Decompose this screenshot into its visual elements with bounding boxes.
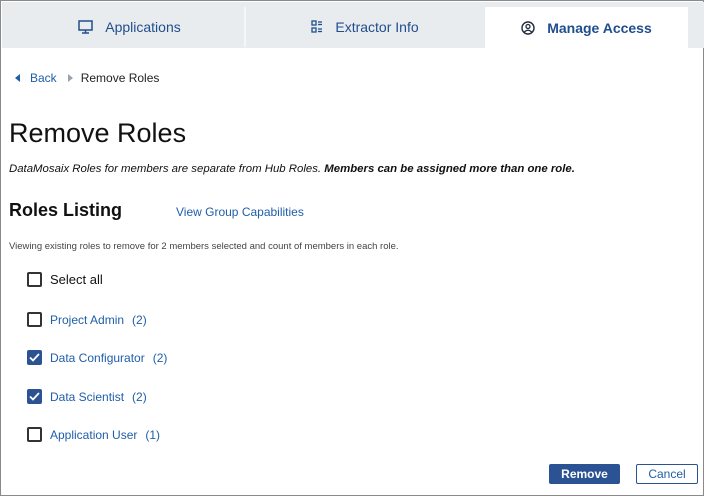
tab-divider (244, 7, 246, 47)
roles-listing-heading: Roles Listing (9, 200, 123, 220)
back-link[interactable]: Back (15, 71, 57, 85)
role-name: Application User (50, 427, 138, 442)
role-name: Project Admin (50, 312, 125, 327)
description-bold: Members can be assigned more than one ro… (324, 163, 575, 175)
select-all-label: Select all (50, 272, 103, 287)
breadcrumb: Back Remove Roles (15, 71, 159, 85)
caret-right-icon (67, 71, 73, 85)
role-row-data-configurator[interactable]: Data Configurator (2) (27, 350, 167, 365)
tab-label: Manage Access (547, 19, 652, 36)
select-all-checkbox[interactable]: Select all (27, 272, 103, 287)
breadcrumb-current: Remove Roles (80, 71, 160, 85)
description-italic: DataMosaix Roles for members are separat… (9, 163, 325, 175)
remove-button[interactable]: Remove (549, 464, 620, 484)
check-icon (29, 392, 40, 401)
page-description: DataMosaix Roles for members are separat… (9, 163, 575, 175)
role-count: (2) (132, 389, 147, 404)
caret-left-icon (15, 71, 21, 85)
role-count: (2) (152, 350, 168, 365)
user-circle-icon (521, 20, 535, 35)
cancel-button[interactable]: Cancel (636, 464, 698, 484)
role-count: (1) (145, 427, 161, 442)
role-name: Data Configurator (50, 350, 145, 365)
role-name: Data Scientist (50, 389, 125, 404)
checkbox-box[interactable] (27, 350, 42, 365)
back-label: Back (30, 71, 57, 85)
monitor-icon (78, 20, 93, 34)
role-count: (2) (132, 312, 147, 327)
role-row-application-user[interactable]: Application User (1) (27, 427, 160, 442)
checkbox-box[interactable] (27, 389, 42, 404)
role-row-data-scientist[interactable]: Data Scientist (2) (27, 389, 147, 404)
view-group-capabilities-link[interactable]: View Group Capabilities (176, 205, 304, 219)
check-icon (29, 353, 40, 362)
tab-extractor-info[interactable]: Extractor Info (247, 7, 483, 47)
checkbox-box[interactable] (27, 427, 42, 442)
page-title: Remove Roles (9, 118, 187, 148)
tab-label: Extractor Info (335, 19, 419, 35)
role-row-project-admin[interactable]: Project Admin (2) (27, 312, 147, 327)
app-window: Applications Extractor Info Manage Acces… (0, 0, 704, 496)
checkbox-box[interactable] (27, 312, 42, 327)
roles-info-text: Viewing existing roles to remove for 2 m… (9, 241, 399, 252)
tab-applications[interactable]: Applications (15, 7, 244, 47)
checkbox-box[interactable] (27, 272, 42, 287)
tab-label: Applications (105, 19, 181, 35)
extractor-icon (311, 20, 323, 34)
tab-manage-access[interactable]: Manage Access (485, 7, 688, 48)
